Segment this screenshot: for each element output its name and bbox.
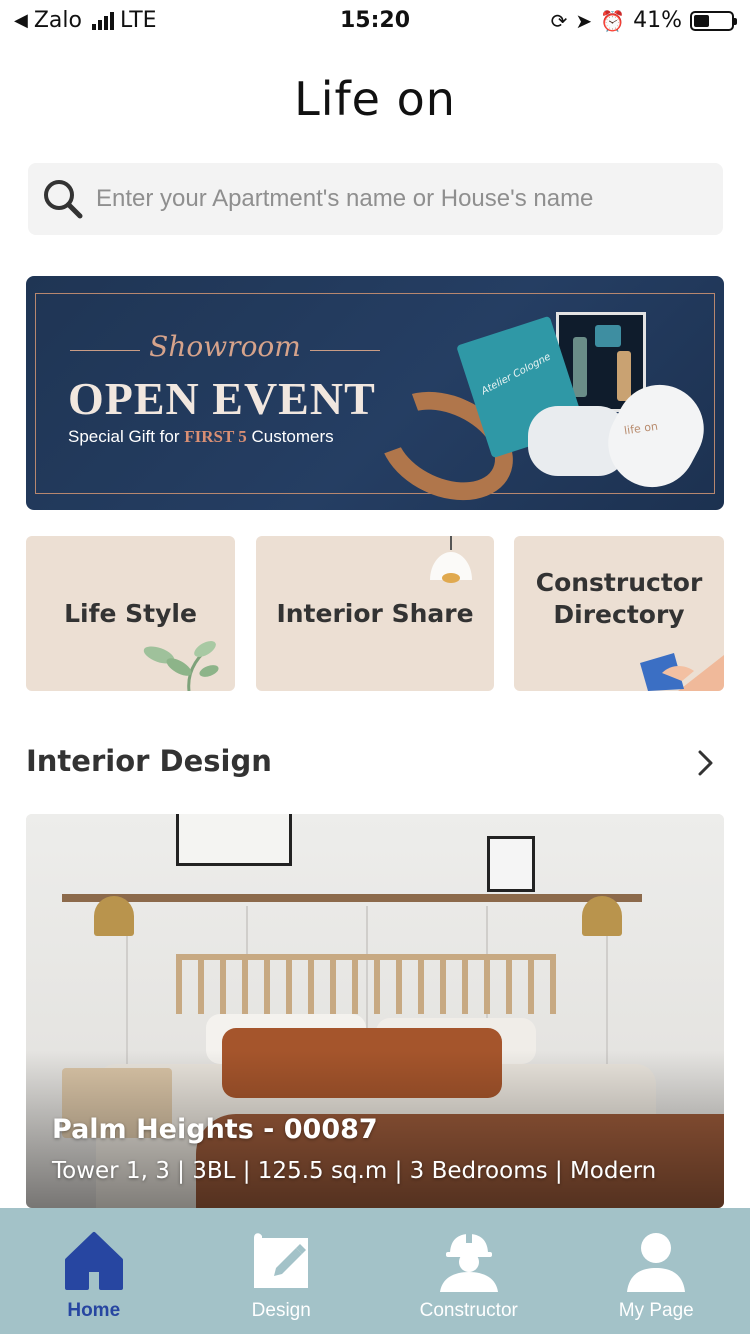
location-icon: ➤ xyxy=(575,8,593,33)
banner-subtitle-highlight: FIRST 5 xyxy=(184,427,247,446)
gift-box-label: Atelier Cologne xyxy=(479,351,553,398)
banner-subtitle: Special Gift for FIRST 5 Customers xyxy=(68,427,334,447)
card-overlay xyxy=(26,814,724,1208)
tab-home[interactable]: Home xyxy=(0,1208,188,1334)
banner-subtitle-suffix: Customers xyxy=(246,427,334,446)
tab-label: Design xyxy=(251,1300,311,1321)
search-bar[interactable] xyxy=(28,163,723,235)
category-life-style[interactable]: Life Style xyxy=(26,536,235,691)
bottom-tab-bar: Home Design Constructor My Page xyxy=(0,1208,750,1334)
banner-kicker: Showroom xyxy=(70,330,380,363)
category-label: Constructor Directory xyxy=(535,567,703,629)
category-label: Interior Share xyxy=(276,598,474,628)
search-icon xyxy=(44,180,83,219)
category-interior-share[interactable]: Interior Share xyxy=(256,536,494,691)
interior-design-card[interactable]: Palm Heights - 00087 Tower 1, 3 | 3BL | … xyxy=(26,814,724,1208)
design-icon xyxy=(254,1233,309,1288)
user-icon xyxy=(627,1233,686,1292)
chevron-right-icon[interactable] xyxy=(690,748,720,778)
search-input[interactable] xyxy=(96,185,696,213)
lamp-icon xyxy=(430,536,472,583)
constructor-icon xyxy=(439,1231,498,1292)
leaf-icon xyxy=(143,641,219,691)
app-logo: Life on xyxy=(294,72,456,126)
tab-my-page[interactable]: My Page xyxy=(563,1208,750,1334)
tab-constructor[interactable]: Constructor xyxy=(375,1208,563,1334)
battery-icon xyxy=(690,10,737,31)
status-right: ⟳ ➤ ⏰ 41% xyxy=(550,8,737,33)
banner-headline: OPEN EVENT xyxy=(68,373,376,424)
battery-percent: 41% xyxy=(633,8,682,33)
rotation-lock-icon: ⟳ xyxy=(550,8,568,33)
banner-subtitle-prefix: Special Gift for xyxy=(68,427,185,446)
tab-label: Home xyxy=(67,1300,121,1321)
promo-banner[interactable]: Showroom OPEN EVENT Special Gift for FIR… xyxy=(26,276,724,510)
tab-design[interactable]: Design xyxy=(188,1208,376,1334)
section-title: Interior Design xyxy=(26,744,272,778)
category-label: Life Style xyxy=(64,598,197,628)
status-bar: ◀ Zalo LTE 15:20 ⟳ ➤ ⏰ 41% xyxy=(0,0,750,42)
tab-label: My Page xyxy=(618,1300,694,1321)
card-title: Palm Heights - 00087 xyxy=(52,1114,378,1145)
home-icon xyxy=(64,1232,123,1290)
card-meta: Tower 1, 3 | 3BL | 125.5 sq.m | 3 Bedroo… xyxy=(52,1158,657,1184)
tab-label: Constructor xyxy=(419,1300,518,1321)
category-constructor-directory[interactable]: Constructor Directory xyxy=(514,536,724,691)
alarm-icon: ⏰ xyxy=(600,8,626,33)
